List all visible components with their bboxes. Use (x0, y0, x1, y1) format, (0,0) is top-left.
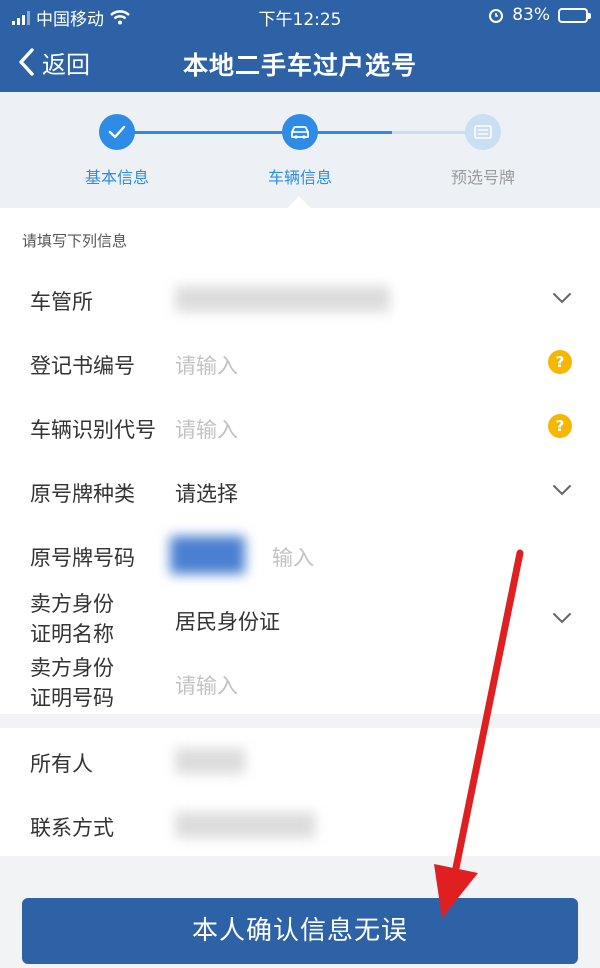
vehicle-form: 车管所 登记书编号 请输入 ? 车辆识别代号 请输入 ? 原号牌种类 请选择 原… (0, 266, 600, 714)
field-placeholder: 请输入 (175, 418, 238, 442)
page-title: 本地二手车过户选号 (182, 51, 417, 80)
field-label: 车管所 (30, 290, 93, 314)
section-divider (0, 714, 600, 728)
plate-icon (474, 125, 492, 139)
redacted-value (175, 286, 390, 312)
nav-bar: 返回 本地二手车过户选号 (0, 32, 600, 92)
form-hint: 请填写下列信息 (0, 208, 600, 266)
step-circle (465, 114, 501, 150)
field-label: 卖方身份证明号码 (30, 656, 114, 710)
step-label: 车辆信息 (267, 168, 332, 187)
car-icon (291, 126, 309, 139)
field-label: 登记书编号 (30, 354, 135, 378)
field-placeholder: 请输入 (175, 354, 238, 378)
step-circle (99, 114, 135, 150)
field-placeholder: 输入 (272, 546, 314, 570)
redacted-value (175, 812, 315, 838)
field-value: 请选择 (175, 482, 238, 506)
field-seller-id-number[interactable]: 卖方身份证明号码 请输入 (0, 650, 600, 714)
redacted-value (170, 536, 245, 574)
alarm-icon (489, 9, 504, 23)
progress-steps: 基本信息 车辆信息 预选号牌 (0, 92, 600, 208)
battery-icon (558, 7, 591, 23)
field-label: 联系方式 (30, 816, 114, 840)
step-basic-info: 基本信息 (17, 114, 217, 188)
owner-form: 所有人 联系方式 (0, 728, 600, 856)
confirm-button[interactable]: 本人确认信息无误 (22, 898, 578, 964)
field-label: 所有人 (30, 752, 93, 776)
field-contact: 联系方式 (0, 792, 600, 856)
field-label: 车辆识别代号 (30, 418, 156, 442)
chevron-down-icon (553, 293, 571, 304)
step-vehicle-info: 车辆信息 (200, 114, 400, 188)
field-value: 居民身份证 (175, 610, 280, 634)
status-bar: 中国移动 下午12:25 83% (0, 0, 600, 32)
field-vehicle-office[interactable]: 车管所 (0, 266, 600, 330)
help-icon[interactable]: ? (548, 350, 572, 374)
field-seller-id-type[interactable]: 卖方身份证明名称 居民身份证 (0, 586, 600, 650)
check-icon (108, 125, 126, 139)
step-label: 基本信息 (84, 168, 149, 187)
chevron-down-icon (553, 485, 571, 496)
field-placeholder: 请输入 (175, 674, 238, 698)
field-original-plate-type[interactable]: 原号牌种类 请选择 (0, 458, 600, 522)
field-label: 原号牌号码 (30, 546, 135, 570)
step-label: 预选号牌 (450, 168, 515, 187)
battery-percent: 83% (512, 5, 550, 25)
help-icon[interactable]: ? (548, 414, 572, 438)
step-plate-selection: 预选号牌 (383, 114, 583, 188)
field-label: 原号牌种类 (30, 482, 135, 506)
top-bar: 中国移动 下午12:25 83% 返回 本地二手车过户选号 (0, 0, 600, 92)
chevron-down-icon (553, 613, 571, 624)
field-original-plate-number[interactable]: 原号牌号码 输入 (0, 522, 600, 586)
field-registration-number[interactable]: 登记书编号 请输入 ? (0, 330, 600, 394)
field-vin[interactable]: 车辆识别代号 请输入 ? (0, 394, 600, 458)
field-owner: 所有人 (0, 728, 600, 792)
redacted-value (175, 748, 245, 774)
field-label: 卖方身份证明名称 (30, 592, 114, 646)
step-circle (282, 114, 318, 150)
